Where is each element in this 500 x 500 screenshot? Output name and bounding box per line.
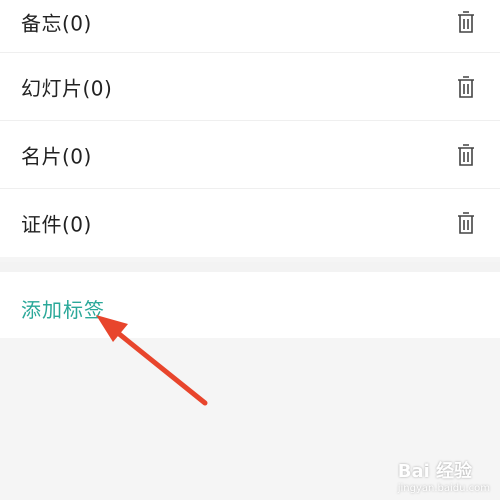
tag-row-documents[interactable]: 证件(0) [0, 189, 500, 257]
watermark-logo: Bai 经验 jingyan.baidu.com [398, 457, 490, 494]
watermark-url: jingyan.baidu.com [397, 483, 490, 494]
tag-row-memo[interactable]: 备忘(0) [0, 0, 500, 53]
section-divider [0, 262, 500, 272]
trash-icon[interactable] [456, 75, 476, 99]
tag-label: 备忘(0) [21, 11, 92, 36]
watermark-text: Bai 经验 [397, 461, 473, 482]
trash-icon[interactable] [456, 211, 476, 235]
add-tag-button[interactable]: 添加标签 [21, 294, 105, 323]
add-tag-row: 添加标签 [0, 272, 500, 338]
tag-list: 备忘(0) 幻灯片(0) 名片(0) 证件(0) [0, 0, 500, 257]
tag-row-cards[interactable]: 名片(0) [0, 121, 500, 189]
tag-row-slides[interactable]: 幻灯片(0) [0, 53, 500, 121]
trash-icon[interactable] [456, 143, 476, 167]
tag-label: 名片(0) [21, 144, 92, 168]
trash-icon[interactable] [456, 10, 476, 34]
tag-label: 证件(0) [21, 212, 92, 237]
tag-label: 幻灯片(0) [21, 76, 113, 100]
